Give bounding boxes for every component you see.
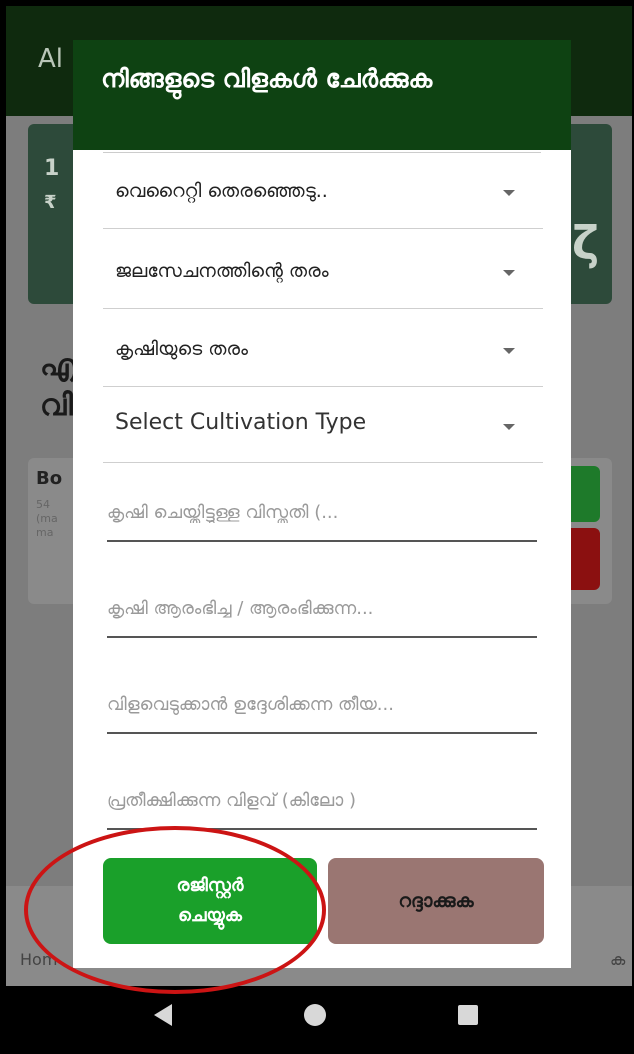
summary-card-value: 1 xyxy=(44,156,60,181)
dialog-header: നിങ്ങളുടെ വിളകൾ ചേർക്കുക xyxy=(73,40,571,150)
farming-type-dropdown-label: കൃഷിയുടെ തരം xyxy=(115,338,248,360)
section-heading-line1: എ xyxy=(40,348,77,383)
recent-apps-icon[interactable] xyxy=(458,1005,478,1025)
chevron-down-icon xyxy=(503,424,515,430)
bottom-nav-home[interactable]: Hom xyxy=(20,950,57,969)
chevron-down-icon xyxy=(503,348,515,354)
cultivated-area-placeholder: കൃഷി ചെയ്തിട്ടുള്ള വിസ്തൃതി (... xyxy=(107,502,339,523)
dialog-title: നിങ്ങളുടെ വിളകൾ ചേർക്കുക xyxy=(101,64,433,93)
section-heading-line2: വി xyxy=(40,388,73,423)
cancel-button[interactable]: റദ്ദാക്കുക xyxy=(328,858,544,944)
start-date-field[interactable]: കൃഷി ആരംഭിച്ച / ആരംഭിക്കുന്ന... xyxy=(107,572,537,638)
app-title: Al xyxy=(38,44,64,74)
register-button[interactable]: രജിസ്റ്റർ ചെയ്യുക xyxy=(103,858,317,944)
phone-screen: Al 1 ₹ ζ എ വി Bo 54 (ma ma Hom ക നിങ്ങളു… xyxy=(6,6,632,1052)
harvest-date-field[interactable]: വിളവെടുക്കാൻ ഉദ്ദേശിക്കന്ന തീയ... xyxy=(107,668,537,734)
cultivation-type-dropdown[interactable]: Select Cultivation Type xyxy=(103,392,543,463)
home-icon[interactable] xyxy=(304,1004,326,1026)
expected-yield-field[interactable]: പ്രതീക്ഷിക്കുന്ന വിളവ് (കിലോ ) xyxy=(107,764,537,830)
divider xyxy=(103,152,541,153)
summary-card-currency: ₹ xyxy=(44,192,57,213)
irrigation-type-dropdown-label: ജലസേചനത്തിന്റെ തരം xyxy=(115,260,329,282)
expected-yield-placeholder: പ്രതീക്ഷിക്കുന്ന വിളവ് (കിലോ ) xyxy=(107,790,356,811)
harvest-date-placeholder: വിളവെടുക്കാൻ ഉദ്ദേശിക്കന്ന തീയ... xyxy=(107,694,394,715)
cancel-button-label: റദ്ദാക്കുക xyxy=(398,890,474,912)
cultivation-type-dropdown-label: Select Cultivation Type xyxy=(115,410,367,435)
screenshot-frame: Al 1 ₹ ζ എ വി Bo 54 (ma ma Hom ക നിങ്ങളു… xyxy=(0,0,634,1054)
back-icon[interactable] xyxy=(154,1004,172,1026)
bottom-nav-last[interactable]: ക xyxy=(610,950,625,970)
variety-dropdown-label: വെറൈറ്റി തെരഞ്ഞെടു.. xyxy=(115,180,328,202)
irrigation-type-dropdown[interactable]: ജലസേചനത്തിന്റെ തരം xyxy=(103,238,543,309)
variety-dropdown[interactable]: വെറൈറ്റി തെരഞ്ഞെടു.. xyxy=(103,158,543,229)
chevron-down-icon xyxy=(503,190,515,196)
summary-card-symbol: ζ xyxy=(572,216,600,270)
farming-type-dropdown[interactable]: കൃഷിയുടെ തരം xyxy=(103,316,543,387)
section-heading: എ വി xyxy=(40,346,76,426)
start-date-placeholder: കൃഷി ആരംഭിച്ച / ആരംഭിക്കുന്ന... xyxy=(107,598,374,619)
crop-list-details: 54 (ma ma xyxy=(36,498,58,539)
register-button-label: രജിസ്റ്റർ ചെയ്യുക xyxy=(176,875,244,926)
add-crop-dialog: നിങ്ങളുടെ വിളകൾ ചേർക്കുക വെറൈറ്റി തെരഞ്ഞ… xyxy=(73,40,571,968)
chevron-down-icon xyxy=(503,270,515,276)
crop-list-title: Bo xyxy=(36,468,63,489)
cultivated-area-field[interactable]: കൃഷി ചെയ്തിട്ടുള്ള വിസ്തൃതി (... xyxy=(107,476,537,542)
